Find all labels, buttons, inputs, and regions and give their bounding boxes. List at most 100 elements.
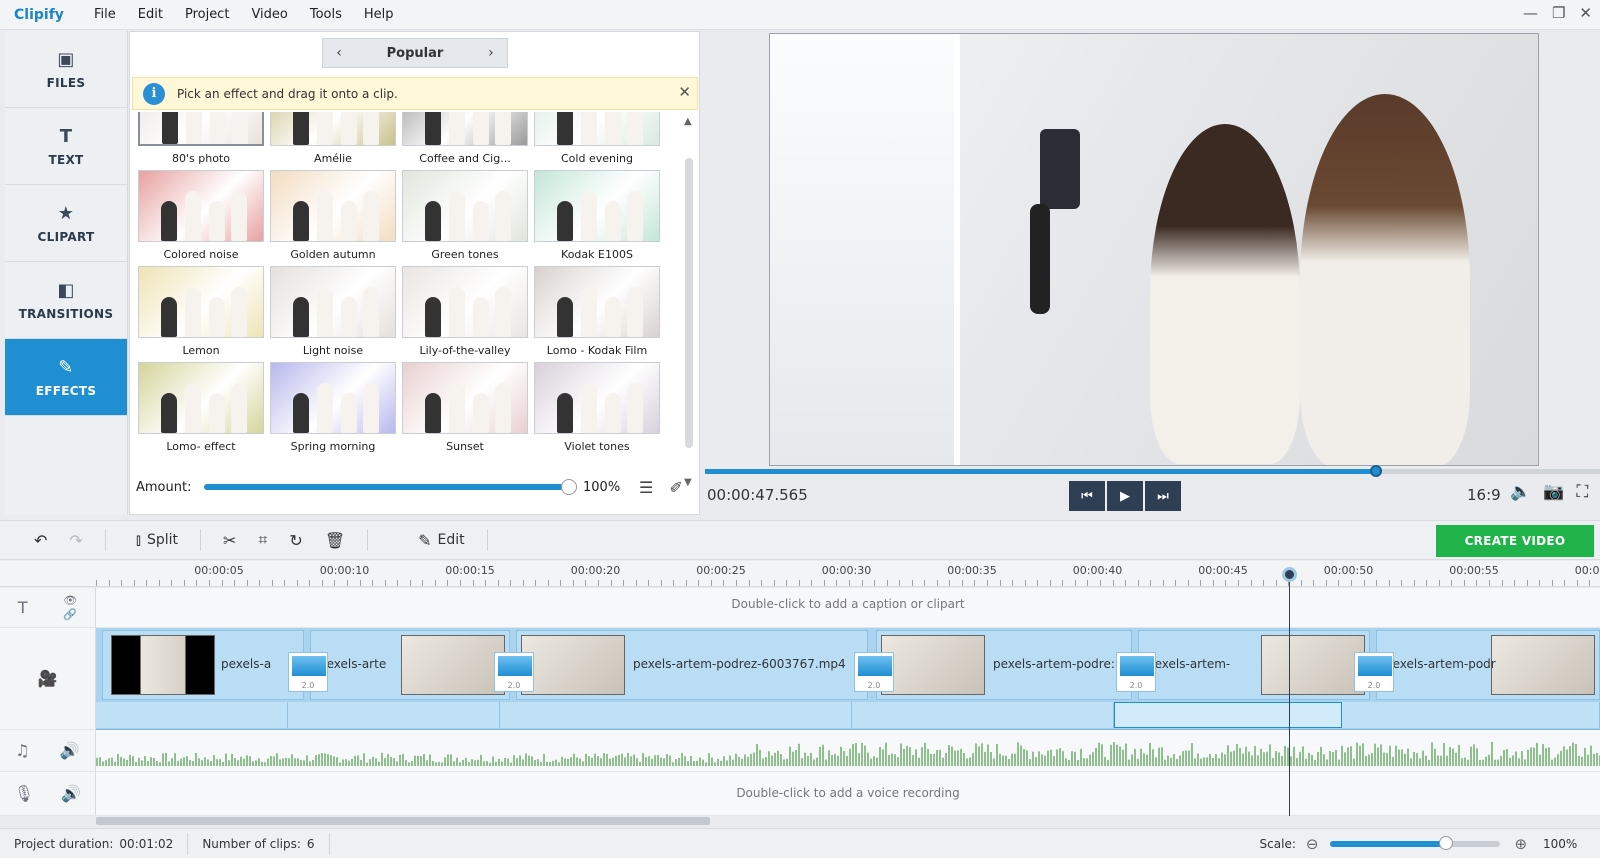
clip-effect-strip[interactable] — [96, 702, 288, 728]
effect-tile[interactable]: Light noise — [270, 266, 396, 357]
waveform-bar — [1131, 754, 1133, 766]
effect-tile[interactable]: Lomo- effect — [138, 362, 264, 453]
transition-marker[interactable]: 2.0 — [494, 652, 534, 692]
scroll-up-icon[interactable]: ▲ — [684, 116, 692, 127]
transition-marker[interactable]: 2.0 — [854, 652, 894, 692]
video-clip[interactable]: pexels-arte — [310, 630, 510, 700]
scale-slider-handle[interactable] — [1439, 835, 1454, 850]
redo-icon[interactable]: ↷ — [69, 531, 82, 550]
fullscreen-icon[interactable]: ⛶ — [1576, 482, 1588, 502]
effect-tile[interactable]: Sunset — [402, 362, 528, 453]
waveform-bar — [96, 757, 98, 766]
effect-tile[interactable]: Spring morning — [270, 362, 396, 453]
effect-tile[interactable]: Green tones — [402, 170, 528, 261]
effect-tile[interactable]: Coffee and Cig... — [402, 112, 528, 165]
timeline-scrollbar-thumb[interactable] — [96, 817, 710, 825]
transition-marker[interactable]: 2.0 — [288, 652, 328, 692]
speaker-icon[interactable]: 🔊 — [60, 741, 80, 760]
sidebar-item-clipart[interactable]: ★ CLIPART — [5, 185, 127, 262]
effect-tile[interactable]: Cold evening — [534, 112, 660, 165]
effects-scrollbar[interactable]: ▲ ▼ — [682, 116, 696, 492]
effect-tile[interactable]: Lemon — [138, 266, 264, 357]
effect-tile[interactable]: Lily-of-the-valley — [402, 266, 528, 357]
waveform-bar — [795, 750, 797, 766]
seek-handle[interactable] — [1370, 465, 1383, 477]
crop-icon[interactable]: ⌗ — [258, 530, 267, 550]
volume-icon[interactable]: 🔈 — [1510, 482, 1531, 502]
waveform-bar — [525, 753, 527, 766]
video-clip[interactable]: pexels-artem- — [1138, 630, 1370, 700]
aspect-ratio[interactable]: 16:9 — [1467, 486, 1501, 504]
effect-tile[interactable]: Golden autumn — [270, 170, 396, 261]
playhead-handle[interactable] — [1282, 567, 1297, 582]
scissors-icon[interactable]: ✂ — [223, 531, 236, 550]
clip-effect-strip[interactable] — [288, 702, 500, 728]
effect-tile[interactable]: Colored noise — [138, 170, 264, 261]
video-clip[interactable]: pexels-a — [102, 630, 304, 700]
voice-track[interactable]: Double-click to add a voice recording — [96, 772, 1600, 816]
undo-icon[interactable]: ↶ — [34, 531, 47, 550]
speaker-icon[interactable]: 🔊 — [61, 784, 81, 803]
menu-file[interactable]: File — [94, 7, 116, 22]
scrollbar-thumb[interactable] — [685, 158, 693, 448]
timeline-scrollbar[interactable] — [96, 816, 1600, 826]
amount-slider-handle[interactable] — [561, 479, 577, 495]
edit-button[interactable]: Edit — [438, 532, 465, 548]
apply-brush-icon[interactable]: ✐ — [669, 478, 682, 497]
menu-tools[interactable]: Tools — [310, 7, 342, 22]
effect-tile[interactable]: Kodak E100S — [534, 170, 660, 261]
zoom-out-icon[interactable]: ⊖ — [1306, 835, 1319, 853]
chevron-left-icon[interactable]: ‹ — [329, 45, 349, 61]
sidebar-item-effects[interactable]: ✎ EFFECTS — [5, 339, 127, 416]
video-clip[interactable]: pexels-artem-podr — [1376, 630, 1600, 700]
seek-bar[interactable] — [705, 465, 1600, 477]
transition-marker[interactable]: 2.0 — [1354, 652, 1394, 692]
link-icon[interactable]: 🔗 — [63, 608, 77, 622]
playhead-line[interactable] — [1289, 573, 1290, 816]
zoom-in-icon[interactable]: ⊕ — [1514, 835, 1527, 853]
scale-slider[interactable] — [1330, 835, 1501, 850]
previous-icon[interactable]: ⏮ — [1069, 481, 1105, 511]
menu-video[interactable]: Video — [251, 7, 287, 22]
clip-effect-strip[interactable] — [1114, 702, 1342, 728]
text-icon: T — [59, 125, 73, 147]
edit-icon[interactable]: ✎ — [418, 531, 431, 550]
category-name[interactable]: Popular — [387, 46, 444, 61]
effect-tile[interactable]: 80's photo — [138, 112, 264, 165]
menu-edit[interactable]: Edit — [138, 7, 163, 22]
music-track[interactable] — [96, 730, 1600, 772]
rotate-icon[interactable]: ↻ — [289, 531, 302, 550]
clip-effect-strip[interactable] — [852, 702, 1114, 728]
caption-track[interactable]: Double-click to add a caption or clipart — [96, 588, 1600, 628]
close-icon[interactable]: ✕ — [1579, 4, 1592, 22]
clip-effect-strip[interactable] — [1342, 702, 1600, 728]
eye-icon[interactable]: 👁 — [63, 594, 77, 608]
effect-tile[interactable]: Violet tones — [534, 362, 660, 453]
next-icon[interactable]: ⏭ — [1145, 481, 1181, 511]
play-icon[interactable]: ▶ — [1107, 481, 1143, 511]
transition-marker[interactable]: 2.0 — [1116, 652, 1156, 692]
amount-slider[interactable] — [204, 479, 577, 495]
sidebar-item-transitions[interactable]: ◧ TRANSITIONS — [5, 262, 127, 339]
minimize-icon[interactable]: — — [1523, 4, 1538, 22]
split-icon[interactable]: ⫾ — [136, 530, 141, 550]
sidebar-item-text[interactable]: T TEXT — [5, 108, 127, 185]
menu-help[interactable]: Help — [364, 7, 394, 22]
menu-project[interactable]: Project — [185, 7, 229, 22]
video-clip[interactable]: pexels-artem-podrez-6003767.mp4 — [516, 630, 868, 700]
sidebar-item-files[interactable]: ▣ FILES — [5, 31, 127, 108]
chevron-right-icon[interactable]: › — [481, 45, 501, 61]
video-track[interactable]: pexels-a pexels-arte 2.0 pexels-artem-podre… — [96, 628, 1600, 730]
video-clip[interactable]: pexels-artem-podre: — [876, 630, 1132, 700]
restore-icon[interactable]: ❐ — [1552, 4, 1565, 22]
effect-tile[interactable]: Amélie — [270, 112, 396, 165]
camera-icon[interactable]: 📷 — [1543, 482, 1564, 502]
tip-close-icon[interactable]: ✕ — [678, 83, 691, 101]
effect-tile[interactable]: Lomo - Kodak Film — [534, 266, 660, 357]
adjust-settings-icon[interactable]: ☰ — [639, 478, 653, 497]
clip-effect-strip[interactable] — [500, 702, 852, 728]
timeline-ruler[interactable]: 00:00:05 00:00:10 00:00:15 00:00:20 00:00:25… — [0, 561, 1600, 587]
create-video-button[interactable]: CREATE VIDEO — [1436, 525, 1594, 557]
trash-icon[interactable]: 🗑 — [325, 531, 345, 550]
split-button[interactable]: Split — [147, 532, 178, 548]
